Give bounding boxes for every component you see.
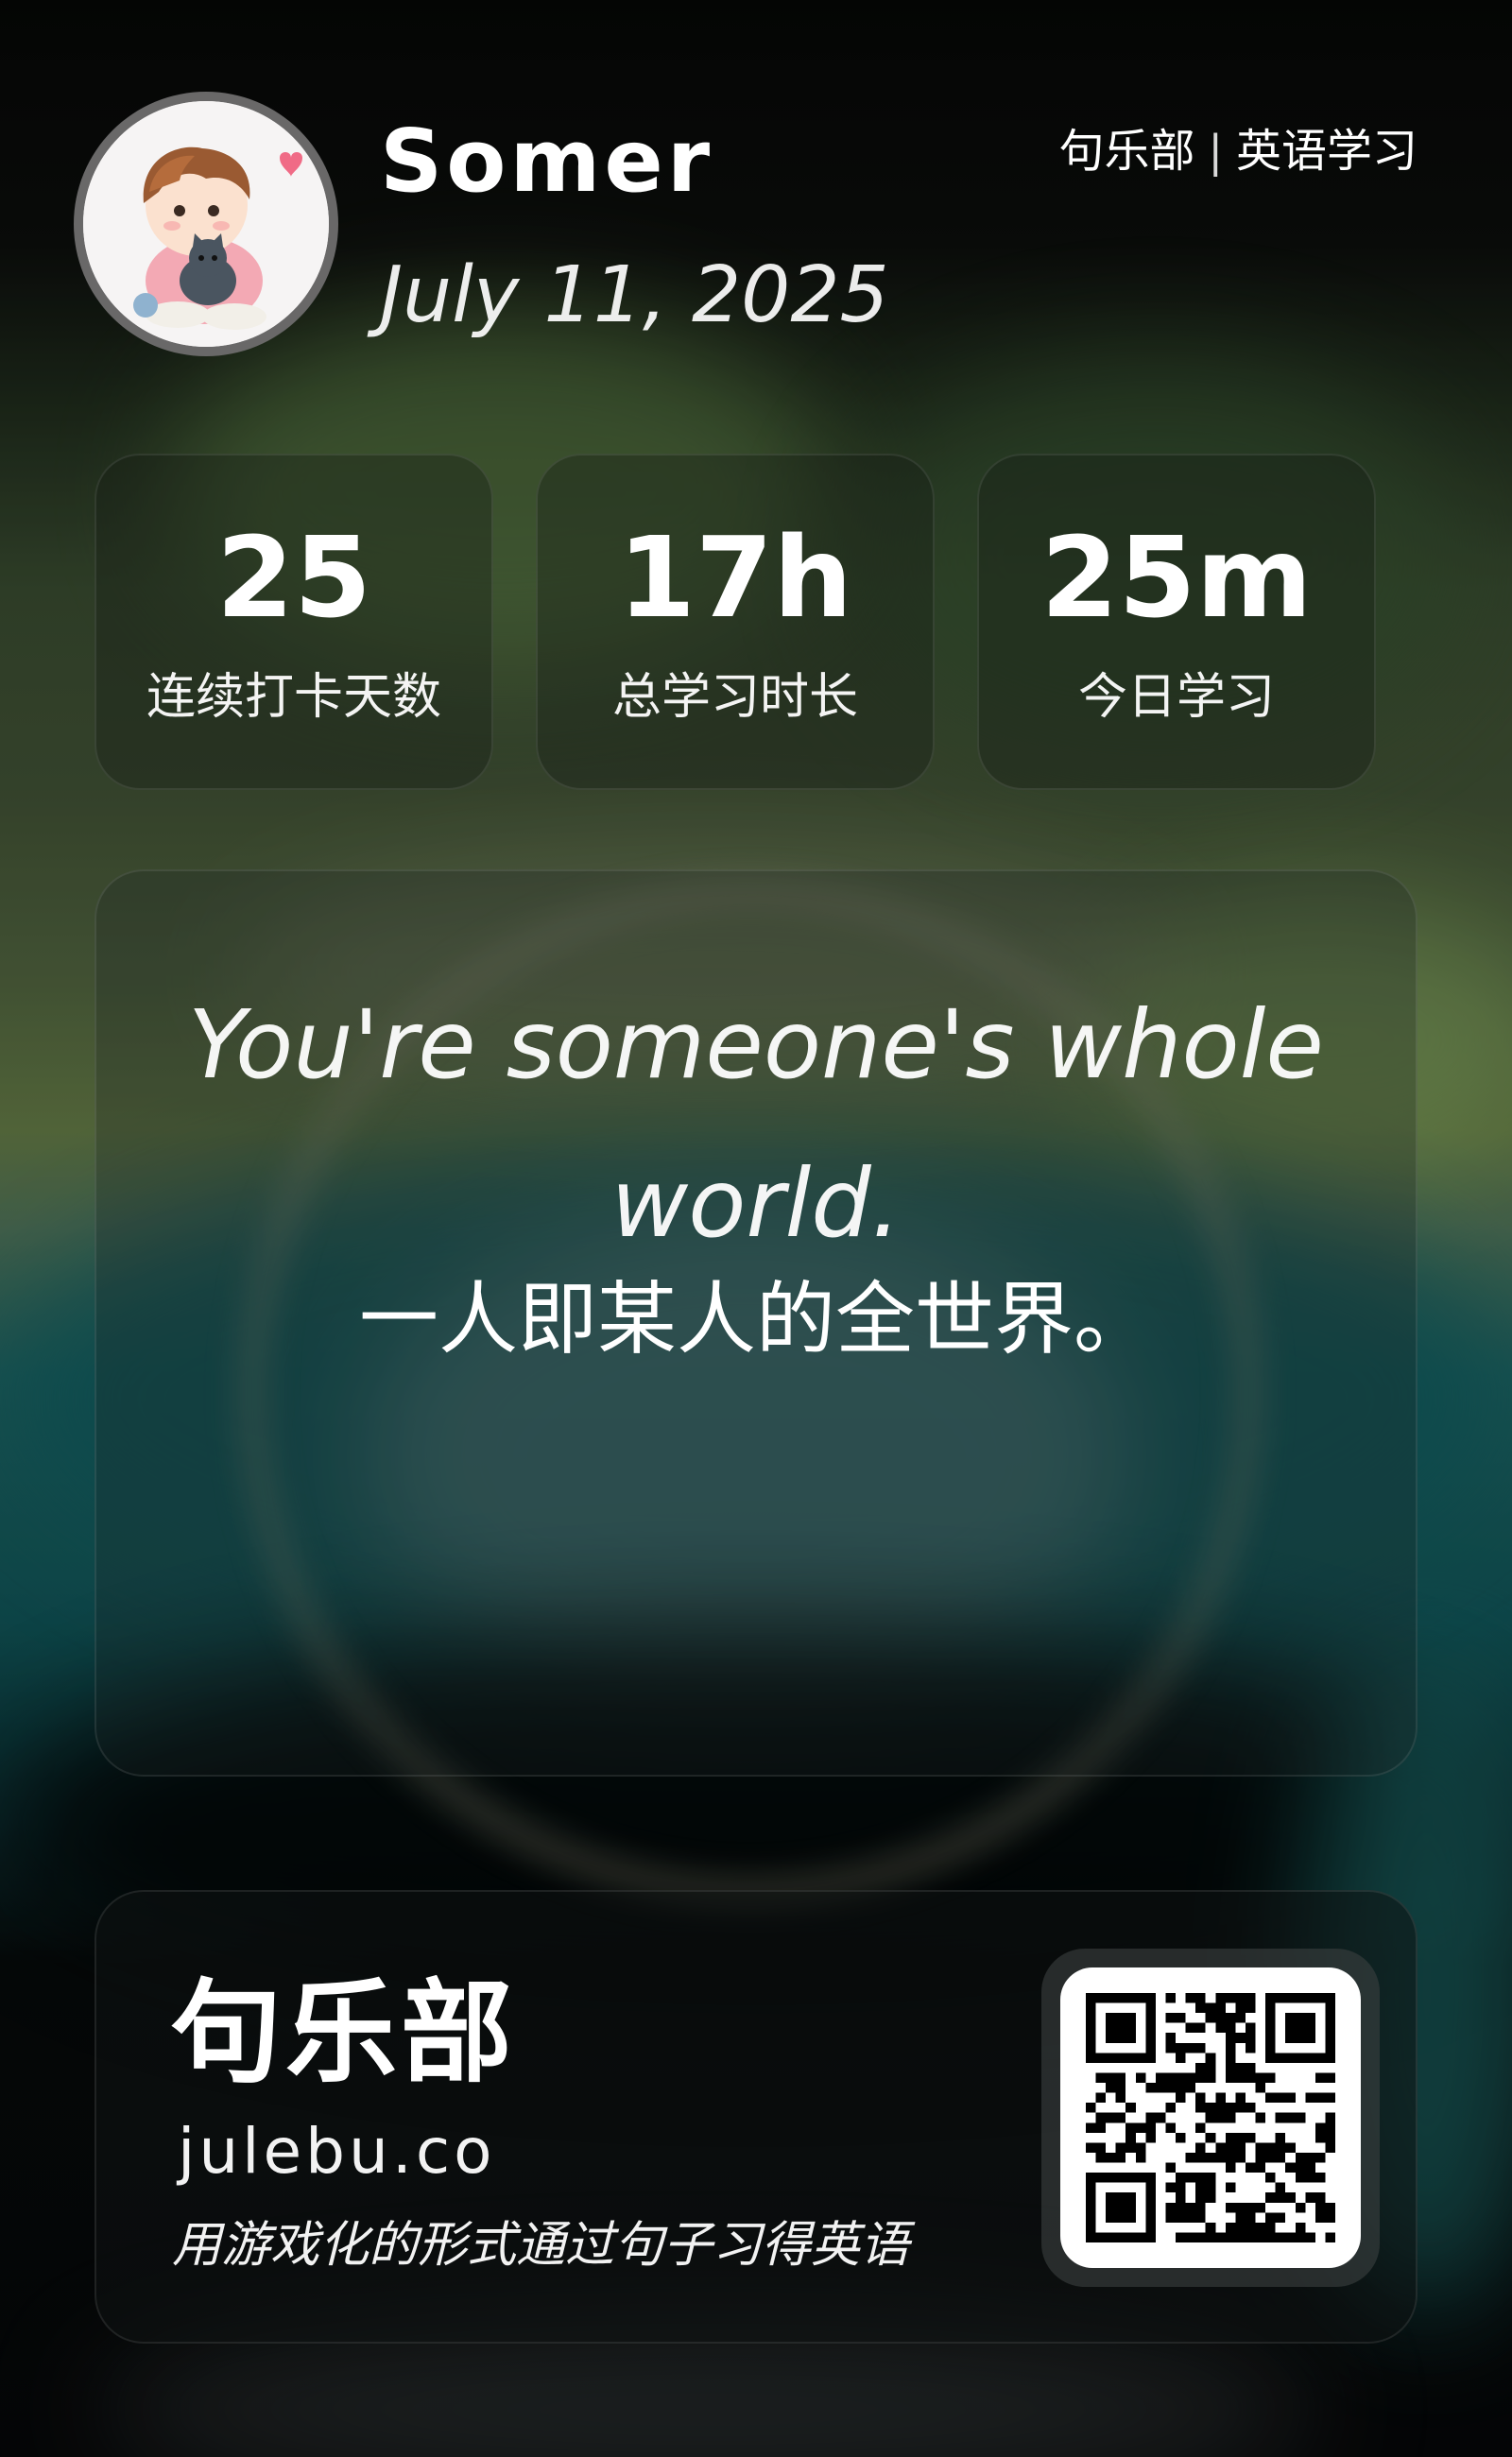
stat-value: 25m <box>1040 512 1313 643</box>
stat-value: 17h <box>617 512 853 643</box>
qr-code-icon <box>1086 1993 1335 2242</box>
quote-card: You're someone's whole world. 一人即某人的全世界。 <box>94 869 1418 1777</box>
brand-tag-category: 英语学习 <box>1235 125 1418 178</box>
footer-url[interactable]: julebu.co <box>178 2121 495 2183</box>
brand-tag: 句乐部 | 英语学习 <box>1058 129 1418 174</box>
stat-label: 连续打卡天数 <box>146 669 441 726</box>
checkin-date: July 11, 2025 <box>380 250 889 340</box>
qr-code-panel <box>1060 1967 1361 2268</box>
cartoon-boy-with-cat-avatar-icon <box>83 101 329 347</box>
stat-today-study: 25m 今日学习 <box>977 454 1376 790</box>
stat-label: 总学习时长 <box>611 669 858 726</box>
stat-value: 25 <box>215 512 372 643</box>
stat-streak-days: 25 连续打卡天数 <box>94 454 493 790</box>
stat-label: 今日学习 <box>1077 669 1275 726</box>
brand-tag-separator: | <box>1208 126 1223 177</box>
footer-brand-name: 句乐部 <box>170 1967 517 2098</box>
stat-total-study-time: 17h 总学习时长 <box>536 454 935 790</box>
footer-card: 句乐部 julebu.co 用游戏化的形式通过句子习得英语 <box>94 1890 1418 2344</box>
footer-tagline: 用游戏化的形式通过句子习得英语 <box>172 2217 910 2274</box>
share-card: Somer July 11, 2025 句乐部 | 英语学习 25 连续打卡天数… <box>0 0 1512 2457</box>
avatar[interactable] <box>74 92 338 356</box>
qr-code[interactable] <box>1041 1949 1380 2287</box>
quote-english: You're someone's whole world. <box>188 989 1324 1259</box>
quote-chinese: 一人即某人的全世界。 <box>358 1273 1153 1366</box>
username: Somer <box>380 111 714 212</box>
brand-tag-name: 句乐部 <box>1058 125 1195 178</box>
